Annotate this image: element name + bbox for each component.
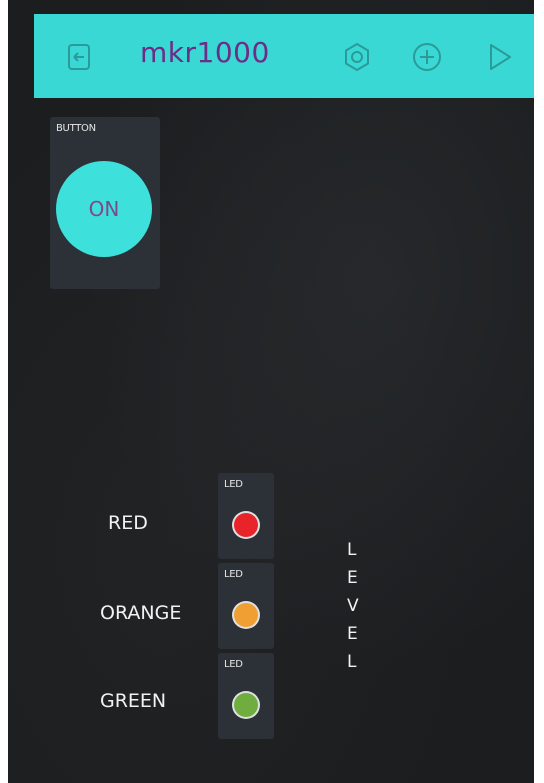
level-letter: V (347, 596, 359, 616)
led-widget-green[interactable]: LED (218, 653, 274, 739)
settings-button[interactable] (338, 38, 376, 76)
plus-circle-icon (413, 43, 441, 71)
hex-nut-settings-icon (345, 42, 369, 72)
led-name-green: GREEN (100, 690, 167, 712)
project-toolbar: mkr1000 (34, 14, 534, 98)
back-door-icon (68, 44, 90, 70)
play-button[interactable] (480, 38, 518, 76)
led-widget-red[interactable]: LED (218, 473, 274, 559)
orange-led-indicator (234, 603, 258, 627)
led-name-orange: ORANGE (100, 602, 182, 624)
level-letter: L (347, 540, 357, 560)
led-name-red: RED (108, 512, 148, 534)
led-widget-orange[interactable]: LED (218, 563, 274, 649)
led-widget-label: LED (224, 659, 243, 670)
level-letter: E (347, 568, 358, 588)
button-widget[interactable]: BUTTON ON (50, 117, 160, 289)
green-led-indicator (234, 693, 258, 717)
on-button[interactable]: ON (56, 161, 152, 257)
led-widget-label: LED (224, 479, 243, 490)
play-icon (490, 44, 511, 70)
button-widget-label: BUTTON (56, 123, 96, 134)
back-button[interactable] (60, 38, 98, 76)
led-widget-label: LED (224, 569, 243, 580)
level-letter: E (347, 624, 358, 644)
project-title: mkr1000 (140, 36, 270, 69)
level-letter: L (347, 652, 357, 672)
add-widget-button[interactable] (408, 38, 446, 76)
phone-screen: mkr1000 BUTTON ON RED ORANGE GREEN LED L… (8, 0, 534, 783)
red-led-indicator (234, 513, 258, 537)
